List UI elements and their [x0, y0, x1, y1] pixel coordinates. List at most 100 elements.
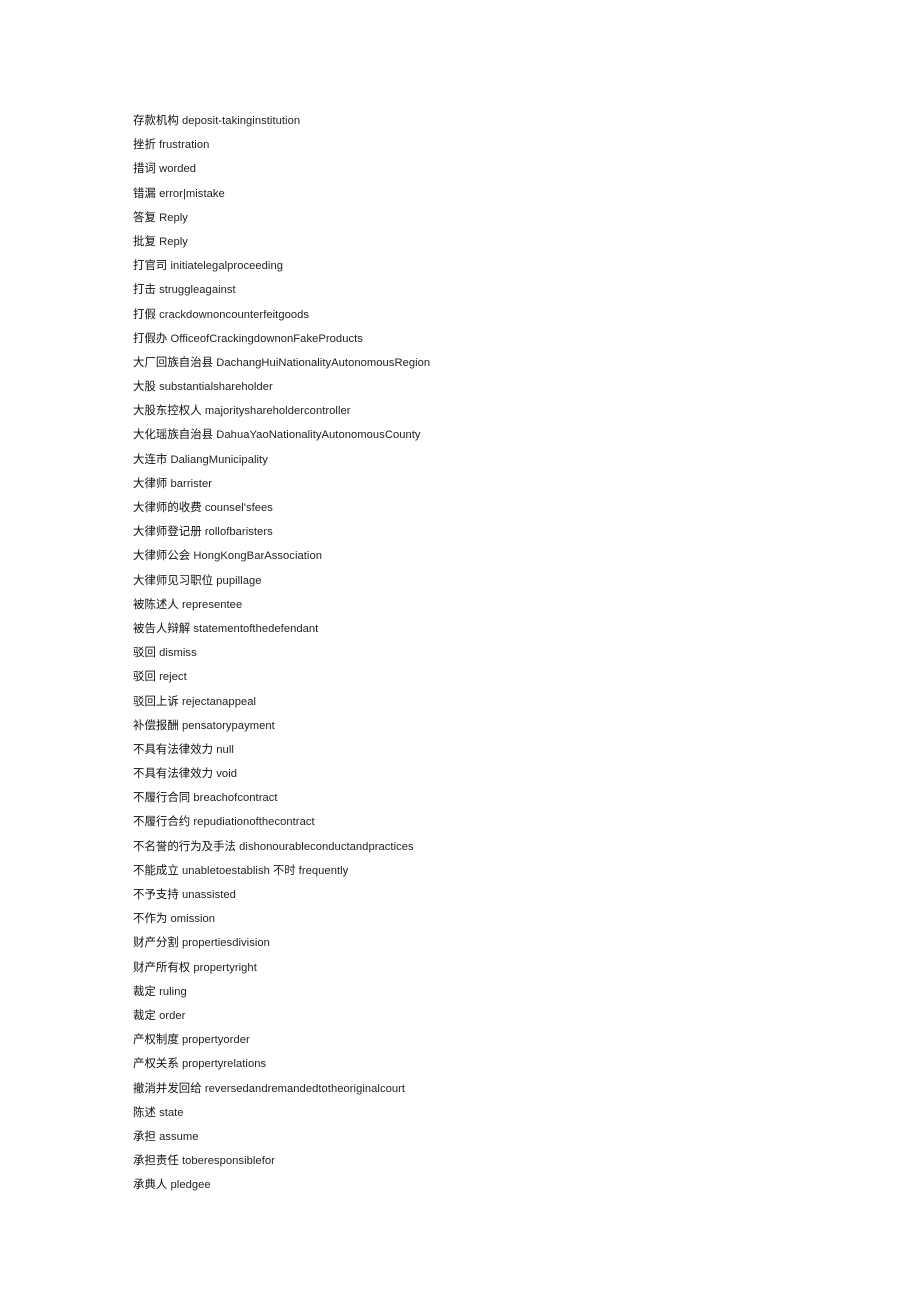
glossary-entry: 措词 worded — [133, 156, 833, 180]
glossary-entry: 存款机构 deposit-takinginstitution — [133, 108, 833, 132]
entry-term: 打假 — [133, 306, 156, 321]
glossary-entry: 驳回 reject — [133, 664, 833, 688]
entry-term: 不作为 — [133, 911, 168, 926]
entry-gloss: pensatorypayment — [181, 719, 275, 732]
glossary-entry: 财产分割 propertiesdivision — [133, 930, 833, 954]
entry-gloss: ruling — [159, 985, 187, 998]
entry-term: 大股 — [133, 379, 156, 394]
entry-term: 不能成立 — [133, 862, 179, 877]
glossary-entry: 陈述 state — [133, 1100, 833, 1124]
entry-gloss: rollofbaristers — [204, 526, 273, 539]
entry-gloss: reversedandremandedtotheoriginalcourt — [204, 1082, 406, 1095]
entry-term: 驳回 — [133, 669, 156, 684]
entry-gloss: deposit-takinginstitution — [181, 115, 301, 127]
glossary-entry: 承担 assume — [133, 1124, 833, 1148]
entry-gloss: statementofthedefendant — [193, 622, 319, 635]
glossary-entry: 产权制度 propertyorder — [133, 1027, 833, 1051]
entry-term: 大律师的收费 — [133, 500, 202, 514]
entry-term: 批复 — [133, 233, 156, 248]
entry-term: 打假办 — [133, 330, 168, 345]
entry-term: 撤消并发回给 — [133, 1080, 202, 1095]
glossary-entry-list: 存款机构 deposit-takinginstitution 挫折 frustrati… — [133, 108, 833, 1196]
entry-gloss: OfficeofCrackingdownonFakeProducts — [170, 332, 363, 345]
entry-gloss: Reply — [159, 211, 188, 224]
glossary-entry: 不履行合同 breachofcontract — [133, 785, 833, 809]
entry-gloss: unabletoestablish 不时 frequently — [181, 864, 349, 877]
entry-term: 产权制度 — [133, 1032, 179, 1047]
entry-gloss: unassisted — [181, 889, 236, 901]
glossary-entry: 大律师见习职位 pupillage — [133, 568, 833, 592]
entry-term: 错漏 — [133, 185, 156, 200]
entry-term: 大律师公会 — [133, 548, 191, 563]
entry-term: 陈述 — [133, 1104, 156, 1119]
glossary-entry: 挫折 frustration — [133, 132, 833, 156]
glossary-entry: 大厂回族自治县 DachangHuiNationalityAutonomousRe… — [133, 350, 833, 374]
entry-gloss: omission — [170, 913, 216, 926]
glossary-entry: 批复 Reply — [133, 229, 833, 253]
glossary-entry: 大律师登记册 rollofbaristers — [133, 519, 833, 543]
glossary-entry: 不作为 omission — [133, 906, 833, 930]
glossary-entry: 不能成立 unabletoestablish 不时 frequently — [133, 858, 833, 882]
entry-term: 答复 — [133, 209, 156, 224]
entry-gloss: propertyorder — [181, 1034, 250, 1047]
entry-gloss: DahuaYaoNationalityAutonomousCounty — [216, 429, 421, 442]
entry-term: 大厂回族自治县 — [133, 354, 214, 369]
glossary-entry: 被告人辩解 statementofthedefendant — [133, 616, 833, 640]
entry-term: 承担责任 — [133, 1153, 179, 1168]
entry-gloss: worded — [159, 163, 197, 176]
entry-term: 不予支持 — [133, 887, 179, 901]
entry-term: 承典人 — [133, 1177, 168, 1192]
entry-term: 裁定 — [133, 983, 156, 998]
entry-gloss: pledgee — [170, 1179, 211, 1192]
glossary-entry: 裁定 ruling — [133, 979, 833, 1003]
glossary-entry: 大律师 barrister — [133, 471, 833, 495]
entry-gloss: crackdownoncounterfeitgoods — [159, 308, 310, 321]
entry-term: 大律师 — [133, 475, 168, 490]
document-page: 存款机构 deposit-takinginstitution 挫折 frustrati… — [0, 0, 920, 1302]
entry-gloss: propertyrelations — [181, 1058, 267, 1071]
entry-gloss: order — [159, 1009, 186, 1022]
glossary-entry: 不具有法律效力 null — [133, 737, 833, 761]
entry-gloss: barrister — [170, 477, 212, 490]
entry-term: 产权关系 — [133, 1056, 179, 1071]
entry-gloss: HongKongBarAssociation — [193, 550, 322, 563]
entry-term: 被陈述人 — [133, 596, 179, 611]
entry-gloss: representee — [181, 598, 243, 611]
entry-gloss: DaliangMunicipality — [170, 453, 268, 466]
entry-term: 不履行合约 — [133, 814, 191, 829]
glossary-entry: 承担责任 toberesponsiblefor — [133, 1148, 833, 1172]
entry-term: 不具有法律效力 — [133, 766, 214, 781]
entry-gloss: null — [216, 743, 234, 756]
entry-gloss: pupillage — [216, 574, 262, 587]
entry-gloss: toberesponsiblefor — [181, 1155, 275, 1168]
glossary-entry: 驳回 dismiss — [133, 640, 833, 664]
entry-term: 驳回上诉 — [133, 693, 179, 708]
entry-term: 驳回 — [133, 645, 156, 660]
glossary-entry: 大律师公会 HongKongBarAssociation — [133, 543, 833, 567]
entry-term: 大律师登记册 — [133, 524, 202, 539]
entry-term: 大化瑶族自治县 — [133, 427, 214, 442]
glossary-entry: 不予支持 unassisted — [133, 882, 833, 906]
entry-term: 承担 — [133, 1128, 156, 1143]
glossary-entry: 驳回上诉 rejectanappeal — [133, 689, 833, 713]
entry-gloss: Reply — [159, 235, 188, 248]
entry-term: 不履行合同 — [133, 790, 191, 805]
entry-gloss: majorityshareholdercontroller — [204, 405, 351, 418]
entry-term: 大股东控权人 — [133, 403, 202, 418]
entry-term: 不名誉的行为及手法 — [133, 838, 236, 853]
entry-gloss: propertiesdivision — [181, 937, 270, 950]
glossary-entry: 打击 struggleagainst — [133, 277, 833, 301]
entry-term: 财产所有权 — [133, 959, 191, 974]
glossary-entry: 打官司 initiatelegalproceeding — [133, 253, 833, 277]
glossary-entry: 不名誉的行为及手法 dishonourableconductandpractice… — [133, 834, 833, 858]
entry-gloss: DachangHuiNationalityAutonomousRegion — [216, 356, 431, 369]
entry-term: 裁定 — [133, 1007, 156, 1022]
glossary-entry: 大化瑶族自治县 DahuaYaoNationalityAutonomousCoun… — [133, 422, 833, 446]
glossary-entry: 答复 Reply — [133, 205, 833, 229]
entry-gloss: state — [159, 1106, 184, 1119]
glossary-entry: 大股东控权人 majorityshareholdercontroller — [133, 398, 833, 422]
entry-term: 补偿报酬 — [133, 717, 179, 732]
glossary-entry: 不履行合约 repudiationofthecontract — [133, 809, 833, 833]
entry-term: 存款机构 — [133, 113, 179, 127]
glossary-entry: 大连市 DaliangMunicipality — [133, 447, 833, 471]
